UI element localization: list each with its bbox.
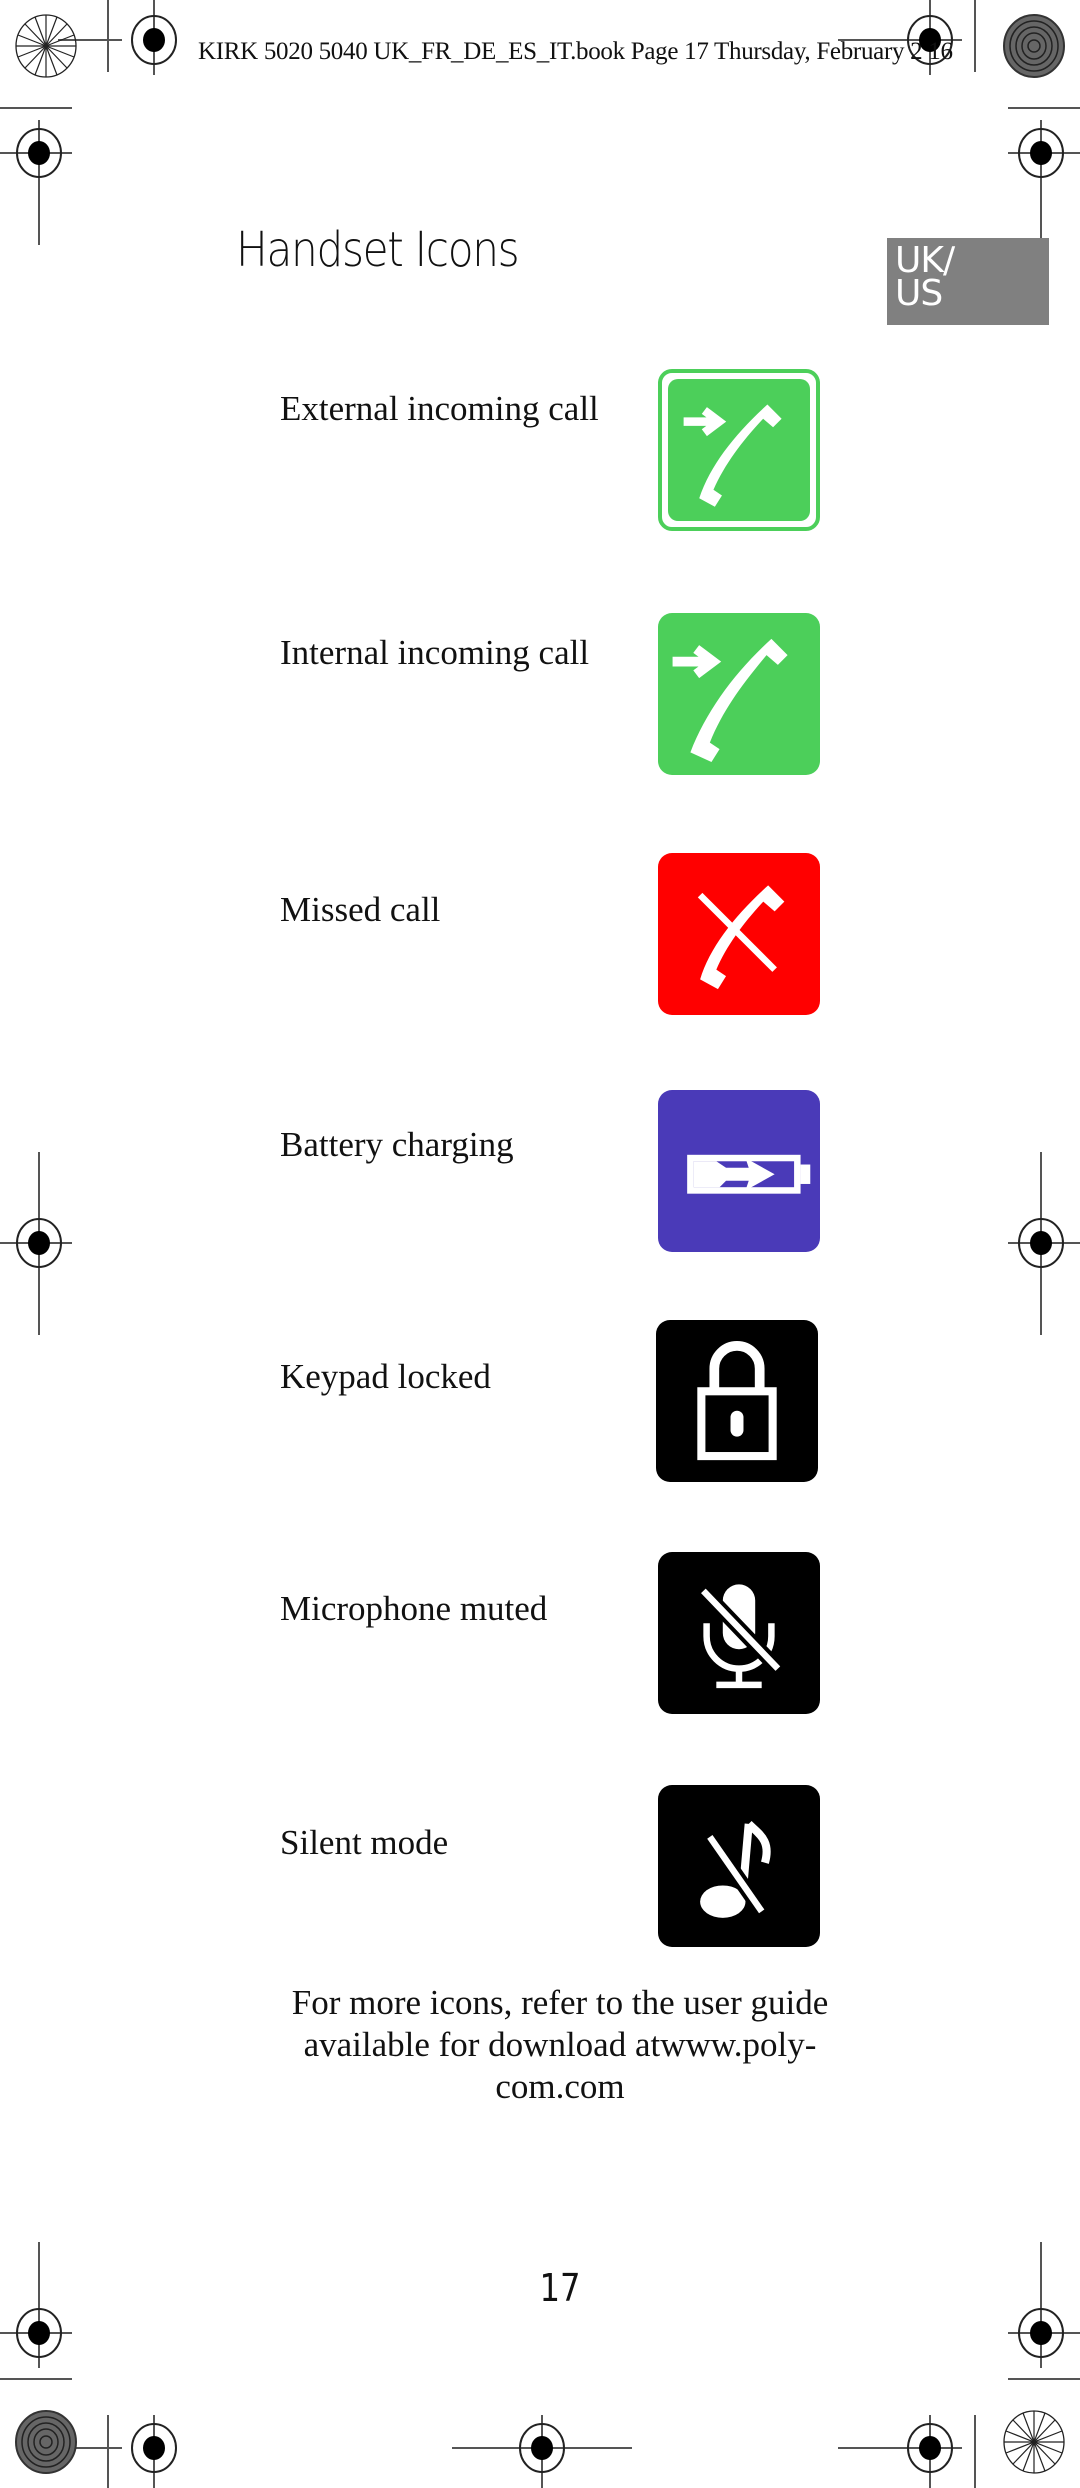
- crop-marks-graphic: [0, 0, 1080, 2488]
- icon-label-internal-incoming-call: Internal incoming call: [280, 633, 590, 672]
- footer-note-line-3: com.com: [495, 2067, 625, 2106]
- icon-label-microphone-muted: Microphone muted: [280, 1589, 548, 1628]
- page-title: Handset Icons: [236, 222, 520, 278]
- missed-call-icon: [658, 853, 820, 1015]
- icon-label-battery-charging: Battery charging: [280, 1125, 514, 1164]
- internal-incoming-call-icon: [658, 613, 820, 775]
- footer-note-line-1: For more icons, refer to the user guide: [291, 1983, 829, 2022]
- battery-charging-icon: [658, 1090, 820, 1252]
- icon-label-silent-mode: Silent mode: [280, 1823, 449, 1862]
- silent-mode-icon: [658, 1785, 820, 1947]
- icon-label-keypad-locked: Keypad locked: [280, 1357, 491, 1396]
- running-head: KIRK 5020 5040 UK_FR_DE_ES_IT.book Page …: [198, 38, 953, 65]
- external-incoming-call-icon: [658, 369, 820, 531]
- page-number: 17: [539, 2266, 581, 2310]
- microphone-muted-icon: [658, 1552, 820, 1714]
- lock-icon: [656, 1320, 818, 1482]
- language-tab-line-2: US: [895, 273, 943, 314]
- icon-label-external-incoming-call: External incoming call: [280, 389, 599, 428]
- footer-note-line-2: available for download atwww.poly-: [303, 2025, 817, 2064]
- language-tab: UK/ US: [887, 238, 1049, 325]
- print-marks: [0, 0, 1080, 2488]
- icon-label-missed-call: Missed call: [280, 890, 441, 929]
- footer-note: For more icons, refer to the user guide …: [240, 1982, 880, 2108]
